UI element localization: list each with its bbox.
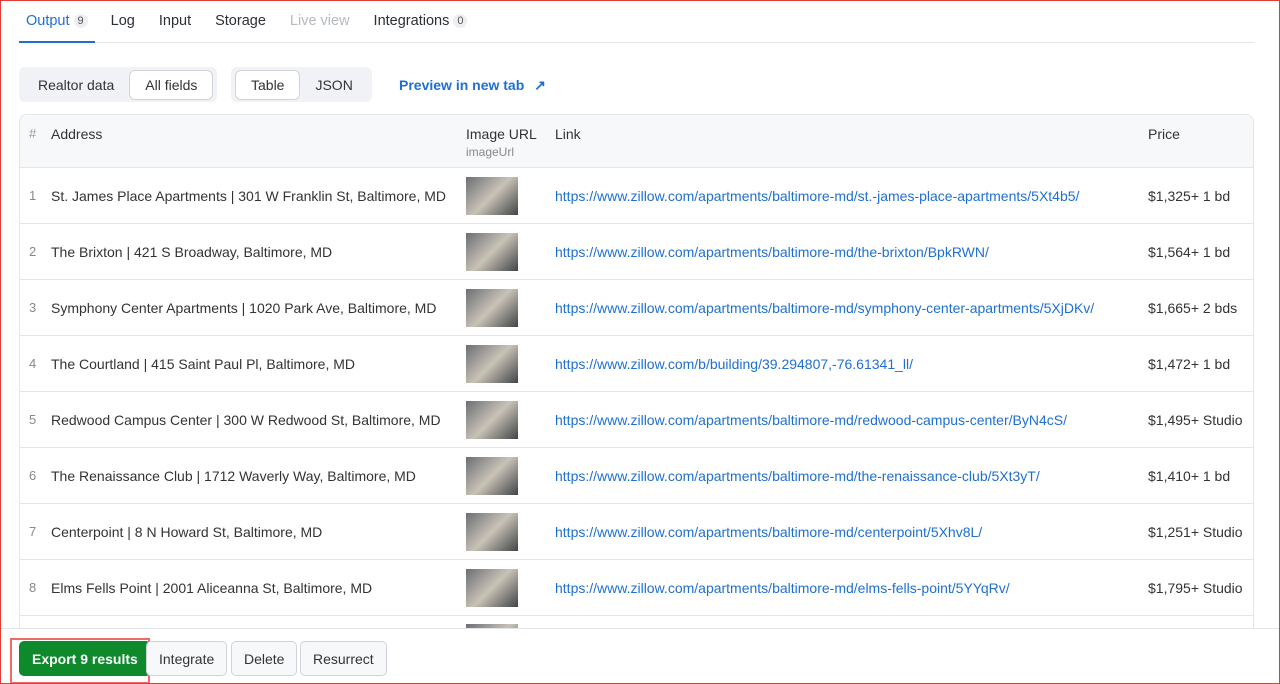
row-price: $1,251+ Studio <box>1148 524 1243 540</box>
table-row: 5 Redwood Campus Center | 300 W Redwood … <box>20 392 1253 448</box>
row-price: $1,665+ 2 bds <box>1148 300 1238 316</box>
row-price: $1,472+ 1 bd <box>1148 356 1231 372</box>
row-number: 1 <box>29 188 37 203</box>
row-link[interactable]: https://www.zillow.com/apartments/baltim… <box>555 524 982 540</box>
tab-input[interactable]: Input <box>159 0 191 43</box>
tab-storage[interactable]: Storage <box>215 0 266 43</box>
row-address: Centerpoint | 8 N Howard St, Baltimore, … <box>51 524 323 540</box>
tab-badge: 0 <box>453 14 468 28</box>
row-number: 7 <box>29 524 37 539</box>
row-address: Symphony Center Apartments | 1020 Park A… <box>51 300 437 316</box>
table-row: 3 Symphony Center Apartments | 1020 Park… <box>20 280 1253 336</box>
thumbnail-image <box>466 177 518 215</box>
row-link[interactable]: https://www.zillow.com/b/building/39.294… <box>555 356 913 372</box>
view-all-fields[interactable]: All fields <box>129 69 214 100</box>
thumbnail-image <box>466 345 518 383</box>
row-address: Elms Fells Point | 2001 Aliceanna St, Ba… <box>51 580 373 596</box>
tab-log[interactable]: Log <box>111 0 135 43</box>
export-button[interactable]: Export 9 results <box>19 641 151 676</box>
thumbnail-image <box>466 289 518 327</box>
row-number: 6 <box>29 468 37 483</box>
row-price: $1,325+ 1 bd <box>1148 188 1231 204</box>
external-link-icon: ↗ <box>534 77 546 93</box>
col-image[interactable]: Image URL <box>466 126 537 142</box>
row-link[interactable]: https://www.zillow.com/apartments/baltim… <box>555 244 989 260</box>
row-number: 4 <box>29 356 37 371</box>
row-number: 2 <box>29 244 37 259</box>
table-header: # Address Image URL imageUrl Link Price <box>20 115 1253 168</box>
resurrect-button[interactable]: Resurrect <box>300 641 387 676</box>
tab-integrations[interactable]: Integrations 0 <box>374 0 468 43</box>
integrate-button[interactable]: Integrate <box>146 641 228 676</box>
table-row: 7 Centerpoint | 8 N Howard St, Baltimore… <box>20 504 1253 560</box>
tab-bar: Output 9 Log Input Storage Live view Inte… <box>19 0 1254 43</box>
row-link[interactable]: https://www.zillow.com/apartments/baltim… <box>555 188 1079 204</box>
col-image-sub: imageUrl <box>466 145 515 159</box>
view-toggle: Realtor data All fields <box>19 67 218 102</box>
row-price: $1,564+ 1 bd <box>1148 244 1231 260</box>
table-row: 4 The Courtland | 415 Saint Paul Pl, Bal… <box>20 336 1253 392</box>
row-number: 3 <box>29 300 37 315</box>
footer-actions: Export 9 results Integrate Delete Resurr… <box>0 628 1280 684</box>
results-table: # Address Image URL imageUrl Link Price … <box>19 114 1254 634</box>
preview-label: Preview in new tab <box>399 77 525 93</box>
delete-button[interactable]: Delete <box>231 641 298 676</box>
thumbnail-image <box>466 233 518 271</box>
tab-live-view: Live view <box>289 13 350 29</box>
row-price: $1,495+ Studio <box>1148 412 1243 428</box>
row-price: $1,410+ 1 bd <box>1148 468 1231 484</box>
thumbnail-image <box>466 513 518 551</box>
col-price[interactable]: Price <box>1148 126 1180 142</box>
tab-label: Output <box>26 13 70 29</box>
preview-link[interactable]: Preview in new tab ↗ <box>399 77 546 94</box>
row-link[interactable]: https://www.zillow.com/apartments/baltim… <box>555 468 1040 484</box>
view-realtor-data[interactable]: Realtor data <box>23 71 129 99</box>
table-row: 1 St. James Place Apartments | 301 W Fra… <box>20 168 1253 224</box>
table-row: 8 Elms Fells Point | 2001 Aliceanna St, … <box>20 560 1253 616</box>
row-address: The Renaissance Club | 1712 Waverly Way,… <box>51 468 416 484</box>
format-toggle: Table JSON <box>231 67 372 102</box>
row-address: The Courtland | 415 Saint Paul Pl, Balti… <box>51 356 356 372</box>
row-number: 5 <box>29 412 37 427</box>
tab-label: Integrations <box>373 13 450 29</box>
row-address: The Brixton | 421 S Broadway, Baltimore,… <box>51 244 333 260</box>
row-link[interactable]: https://www.zillow.com/apartments/baltim… <box>555 412 1067 428</box>
row-address: Redwood Campus Center | 300 W Redwood St… <box>51 412 441 428</box>
thumbnail-image <box>466 569 518 607</box>
row-price: $1,795+ Studio <box>1148 580 1243 596</box>
tab-output[interactable]: Output 9 <box>19 0 95 43</box>
tab-badge: 9 <box>73 14 88 28</box>
table-row: 6 The Renaissance Club | 1712 Waverly Wa… <box>20 448 1253 504</box>
row-link[interactable]: https://www.zillow.com/apartments/baltim… <box>555 580 1010 596</box>
col-link[interactable]: Link <box>555 126 581 142</box>
col-address[interactable]: Address <box>51 126 102 142</box>
thumbnail-image <box>466 401 518 439</box>
row-link[interactable]: https://www.zillow.com/apartments/baltim… <box>555 300 1094 316</box>
format-json[interactable]: JSON <box>300 71 367 99</box>
table-row: 2 The Brixton | 421 S Broadway, Baltimor… <box>20 224 1253 280</box>
row-number: 8 <box>29 580 37 595</box>
thumbnail-image <box>466 457 518 495</box>
col-num: # <box>29 126 37 141</box>
row-address: St. James Place Apartments | 301 W Frank… <box>51 188 446 204</box>
format-table[interactable]: Table <box>235 69 301 100</box>
